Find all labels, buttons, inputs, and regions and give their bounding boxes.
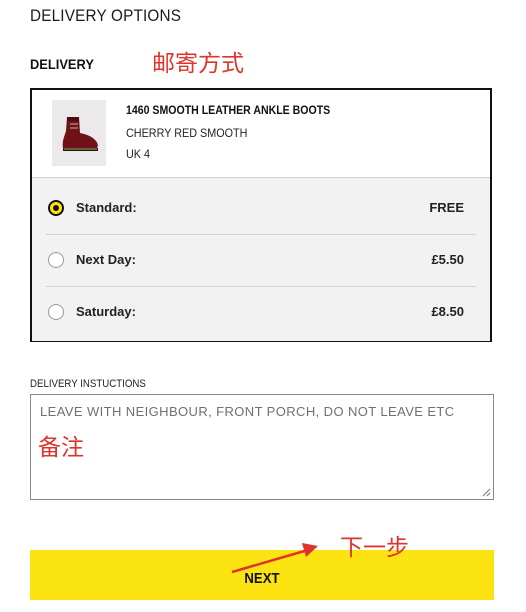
- option-label: Standard:: [76, 200, 137, 215]
- next-button-label: NEXT: [244, 569, 280, 587]
- delivery-instructions-input[interactable]: [31, 395, 493, 499]
- delivery-card: 1460 SMOOTH LEATHER ANKLE BOOTS CHERRY R…: [30, 88, 492, 342]
- delivery-option-standard[interactable]: Standard: FREE: [46, 182, 476, 233]
- resize-handle-icon[interactable]: [481, 487, 491, 497]
- delivery-section-title: DELIVERY: [30, 56, 94, 72]
- next-button[interactable]: NEXT: [30, 550, 494, 600]
- option-label: Saturday:: [76, 304, 136, 319]
- delivery-option-saturday[interactable]: Saturday: £8.50: [46, 286, 476, 337]
- radio-next-day[interactable]: [48, 251, 64, 268]
- product-size: UK 4: [126, 147, 151, 161]
- option-price: FREE: [429, 200, 464, 215]
- option-price: £5.50: [431, 252, 464, 267]
- radio-saturday[interactable]: [48, 303, 64, 320]
- annotation-shipping-method: 邮寄方式: [152, 51, 244, 77]
- delivery-option-next-day[interactable]: Next Day: £5.50: [46, 234, 476, 285]
- product-name: 1460 SMOOTH LEATHER ANKLE BOOTS: [126, 103, 331, 117]
- radio-standard[interactable]: [48, 199, 64, 216]
- page-title: DELIVERY OPTIONS: [30, 6, 182, 25]
- product-color: CHERRY RED SMOOTH: [126, 126, 248, 140]
- option-price: £8.50: [431, 304, 464, 319]
- product-summary: 1460 SMOOTH LEATHER ANKLE BOOTS CHERRY R…: [32, 90, 490, 178]
- delivery-options-list: Standard: FREE Next Day: £5.50 Saturday:…: [32, 177, 490, 341]
- delivery-instructions-label: DELIVERY INSTUCTIONS: [30, 378, 146, 390]
- annotation-next-step: 下一步: [340, 535, 409, 561]
- option-label: Next Day:: [76, 252, 136, 267]
- annotation-notes: 备注: [38, 435, 84, 461]
- boot-image: [52, 100, 106, 166]
- delivery-instructions-box: [30, 394, 494, 500]
